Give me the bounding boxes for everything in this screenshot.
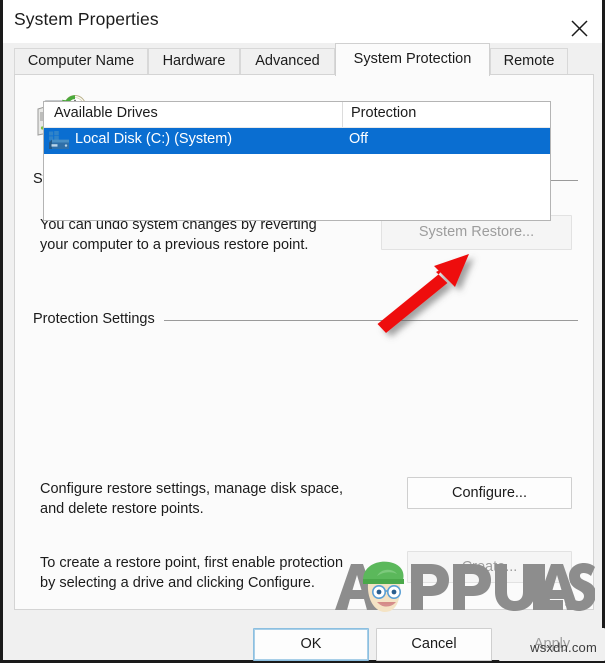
column-header-available-drives[interactable]: Available Drives bbox=[54, 105, 158, 121]
ok-button[interactable]: OK bbox=[253, 628, 369, 661]
create-description-line2: by selecting a drive and clicking Config… bbox=[40, 575, 315, 591]
title-bar: System Properties bbox=[3, 0, 602, 43]
tab-computer-name[interactable]: Computer Name bbox=[14, 48, 148, 75]
protection-settings-group-rule bbox=[164, 320, 578, 321]
system-restore-description-line2: your computer to a previous restore poin… bbox=[40, 237, 309, 253]
tab-label: Remote bbox=[503, 53, 555, 69]
cancel-button[interactable]: Cancel bbox=[376, 628, 492, 661]
create-button[interactable]: Create... bbox=[407, 551, 572, 583]
configure-description-line2: and delete restore points. bbox=[40, 501, 204, 517]
hard-disk-icon bbox=[48, 131, 70, 151]
configure-description: Configure restore settings, manage disk … bbox=[40, 479, 343, 519]
list-header-row: Available Drives Protection bbox=[44, 102, 550, 128]
table-row[interactable]: Local Disk (C:) (System) Off bbox=[44, 128, 550, 154]
apply-button[interactable]: Apply bbox=[499, 628, 605, 661]
window-title: System Properties bbox=[14, 9, 159, 29]
configure-description-line1: Configure restore settings, manage disk … bbox=[40, 481, 344, 497]
create-description: To create a restore point, first enable … bbox=[40, 553, 343, 593]
tab-advanced[interactable]: Advanced bbox=[240, 48, 335, 75]
available-drives-list[interactable]: Available Drives Protection Local Disk (… bbox=[43, 101, 551, 221]
tab-label: Computer Name bbox=[27, 53, 135, 69]
system-restore-description: You can undo system changes by reverting… bbox=[40, 215, 317, 255]
tab-remote[interactable]: Remote bbox=[490, 48, 568, 75]
close-icon[interactable] bbox=[557, 0, 602, 42]
system-protection-tab-page: Use system protection to undo unwanted s… bbox=[14, 74, 594, 610]
tab-label: Advanced bbox=[255, 53, 320, 69]
tab-strip: Computer Name Hardware Advanced System P… bbox=[14, 43, 599, 76]
configure-button[interactable]: Configure... bbox=[407, 477, 572, 509]
tab-system-protection[interactable]: System Protection bbox=[335, 43, 490, 76]
tab-label: Hardware bbox=[162, 53, 226, 69]
drive-name-cell: Local Disk (C:) (System) bbox=[75, 131, 233, 147]
system-properties-dialog: System Properties Computer Name Hardware… bbox=[0, 0, 605, 663]
column-header-protection[interactable]: Protection bbox=[351, 105, 416, 121]
tab-label: System Protection bbox=[353, 51, 472, 67]
column-divider bbox=[342, 102, 343, 127]
dialog-footer: OK Cancel Apply bbox=[6, 612, 605, 661]
tab-hardware[interactable]: Hardware bbox=[148, 48, 240, 75]
create-description-line1: To create a restore point, first enable … bbox=[40, 555, 344, 571]
protection-status-cell: Off bbox=[349, 131, 369, 147]
protection-settings-group-title: Protection Settings bbox=[33, 311, 162, 327]
